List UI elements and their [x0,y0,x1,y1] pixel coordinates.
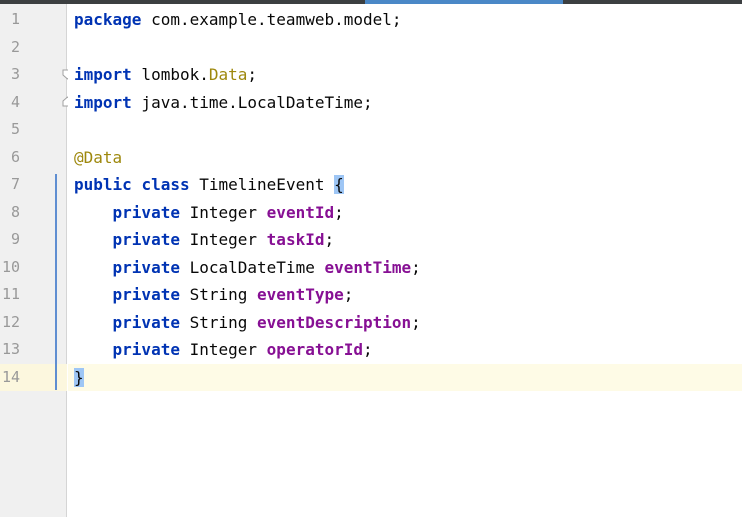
line-number-4: 4 [10,93,20,111]
semicolon: ; [247,65,258,84]
code-line-7[interactable]: public class TimelineEvent { [74,171,344,198]
line-number-14: 14 [1,368,20,386]
field-name: eventDescription [257,313,412,332]
line-number-9: 9 [10,230,20,248]
field-type: String [179,285,258,304]
field-line[interactable]: private Integer operatorId; [74,336,373,363]
field-name: eventId [266,203,335,222]
keyword-package: package [74,10,142,29]
field-name: eventType [257,285,344,304]
code-editor[interactable]: package com.example.teamweb.model; impor… [68,4,742,517]
field-line[interactable]: private String eventDescription; [74,309,421,336]
import-path: lombok. [131,65,209,84]
keyword-private: private [112,340,180,359]
semicolon: ; [343,285,354,304]
field-type: LocalDateTime [179,258,325,277]
semicolon: ; [324,230,335,249]
line-number-8: 8 [10,203,20,221]
semicolon: ; [411,313,421,332]
code-line-4[interactable]: import java.time.LocalDateTime; [74,89,373,116]
field-line[interactable]: private Integer eventId; [74,199,344,226]
line-number-5: 5 [10,120,20,138]
line-number-12: 12 [1,313,20,331]
line-number-1: 1 [10,10,20,28]
field-type: Integer [179,203,267,222]
line-number-3: 3 [10,65,20,83]
annotation-data: @Data [74,148,123,167]
keyword-private: private [112,230,180,249]
semicolon: ; [411,258,421,277]
field-name: eventTime [324,258,412,277]
keyword-private: private [112,203,180,222]
field-type: Integer [179,230,267,249]
semicolon: ; [334,203,344,222]
code-scope-indicator [55,174,57,390]
line-number-7: 7 [10,175,20,193]
close-brace: } [74,368,84,387]
keyword-import: import [74,65,132,84]
line-number-6: 6 [10,148,20,166]
open-brace: { [334,175,344,194]
keyword-public: public [74,175,132,194]
keyword-import: import [74,93,132,112]
code-line-14[interactable]: } [74,364,84,391]
field-type: String [179,313,258,332]
line-number-2: 2 [10,38,20,56]
field-line[interactable]: private LocalDateTime eventTime; [74,254,421,281]
package-name: com.example.teamweb.model; [141,10,402,29]
field-line[interactable]: private String eventType; [74,281,354,308]
field-line[interactable]: private Integer taskId; [74,226,335,253]
line-number-gutter[interactable]: 1 2 3 4 5 6 7 8 9 10 11 12 13 14 [0,4,73,517]
code-line-3[interactable]: import lombok.Data; [74,61,257,88]
semicolon: ; [363,340,373,359]
keyword-private: private [112,258,180,277]
import-class-data: Data [208,65,248,84]
keyword-private: private [112,313,180,332]
line-number-10: 10 [1,258,20,276]
field-type: Integer [179,340,267,359]
current-line-highlight [68,364,742,391]
keyword-private: private [112,285,180,304]
field-name: taskId [266,230,325,249]
code-line-6[interactable]: @Data [74,144,122,171]
line-number-11: 11 [1,285,20,303]
keyword-class: class [141,175,190,194]
class-name: TimelineEvent [189,175,335,194]
field-name: operatorId [266,340,363,359]
code-line-1[interactable]: package com.example.teamweb.model; [74,6,402,33]
import-path: java.time.LocalDateTime; [131,93,373,112]
line-number-13: 13 [1,340,20,358]
